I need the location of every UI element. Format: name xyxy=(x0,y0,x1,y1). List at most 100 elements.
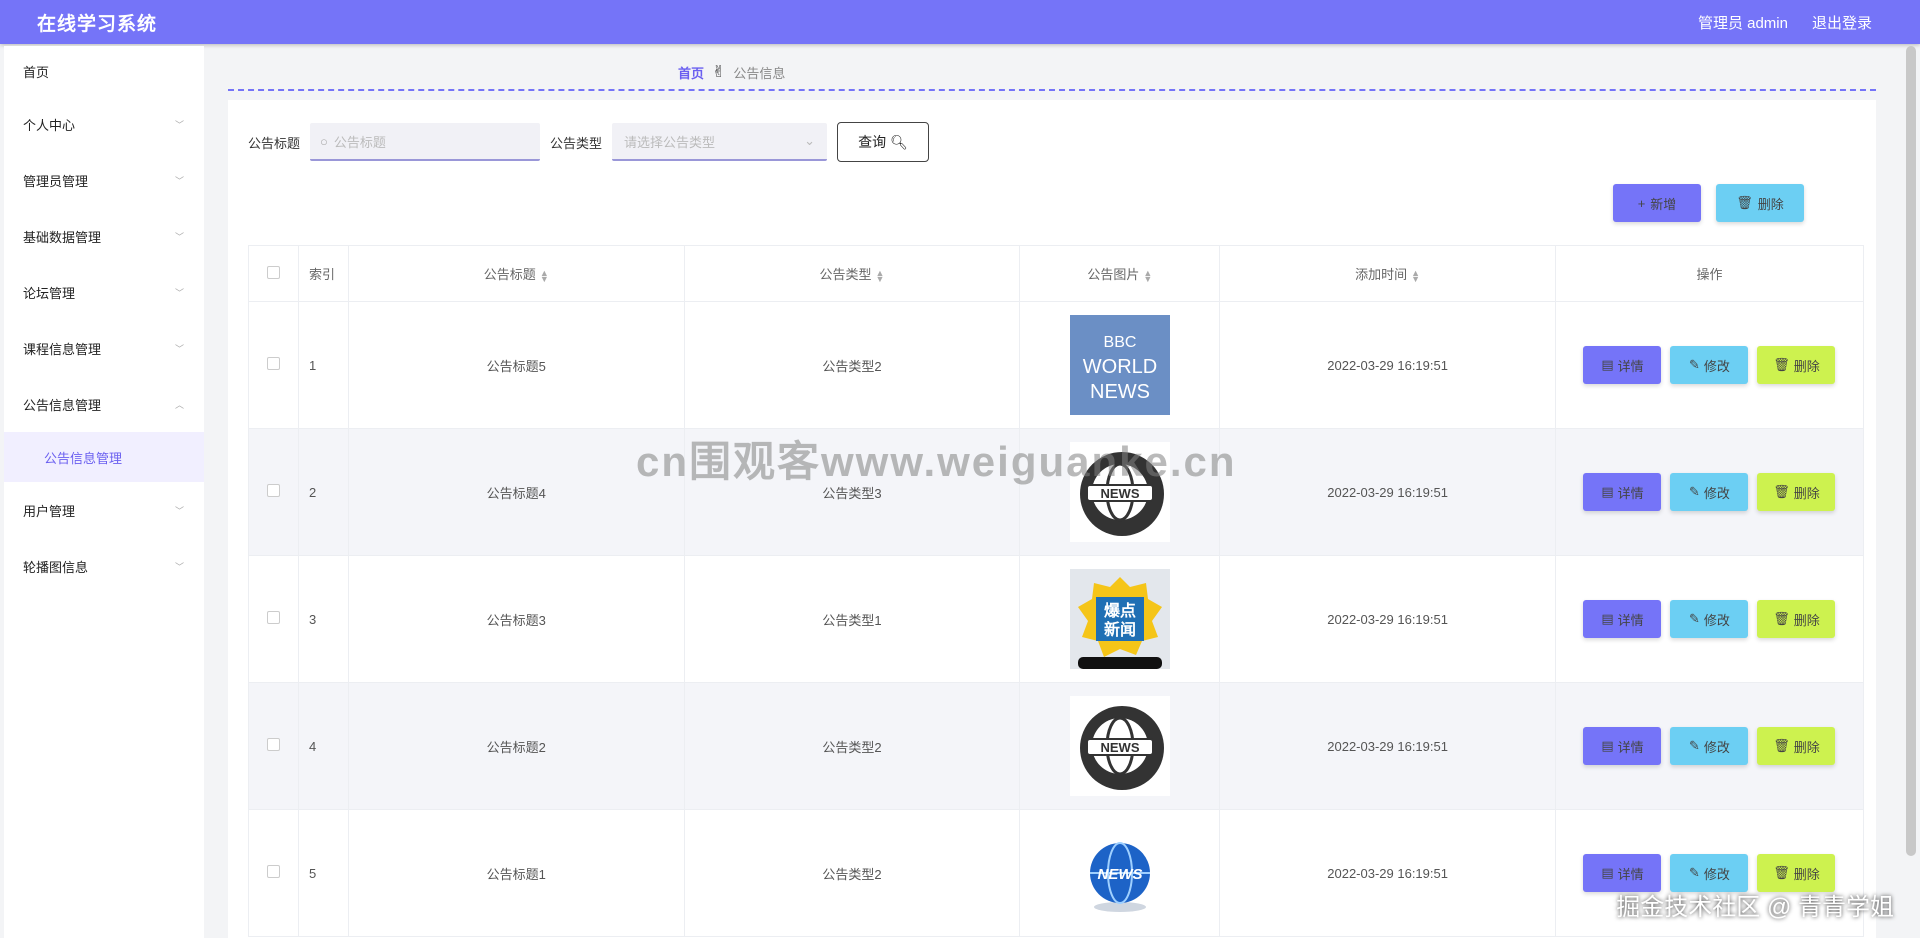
table-row: 4 公告标题2 公告类型2 NEWS 2022-03-29 16:19:51 ▤… xyxy=(248,682,1865,810)
detail-button[interactable]: ▤ 详情 xyxy=(1583,473,1662,511)
edit-button-label: 修改 xyxy=(1703,358,1730,374)
row-time: 2022-03-29 16:19:51 xyxy=(1219,301,1556,429)
row-title: 公告标题3 xyxy=(347,555,685,683)
logout-link[interactable]: 退出登录 xyxy=(1812,12,1872,33)
row-type: 公告类型1 xyxy=(683,555,1021,683)
type-select-placeholder: 请选择公告类型 xyxy=(624,134,716,150)
chevron-down-icon: ﹀ xyxy=(174,343,184,354)
row-time: 2022-03-29 16:19:51 xyxy=(1219,809,1556,937)
search-icon: 🔍︎ xyxy=(890,133,908,150)
sort-icon[interactable]: ▲ ▼ xyxy=(540,268,549,283)
row-image-cell: 爆点 新闻 xyxy=(1019,555,1221,683)
row-checkbox[interactable] xyxy=(266,611,280,624)
divider xyxy=(228,89,1876,91)
col-title[interactable]: 公告标题 ▲ ▼ xyxy=(347,245,685,302)
hand-pointer-icon: ✌ xyxy=(712,64,726,81)
edit-icon: ✎ xyxy=(1689,865,1700,880)
delete-button[interactable]: 🗑︎ 删除 xyxy=(1757,727,1836,765)
title-search-placeholder: 公告标题 xyxy=(333,134,386,150)
breadcrumb-home[interactable]: 首页 xyxy=(678,63,704,82)
trash-icon: 🗑︎ xyxy=(1773,357,1790,372)
delete-button[interactable]: 🗑︎ 删除 xyxy=(1757,854,1836,892)
detail-button[interactable]: ▤ 详情 xyxy=(1583,600,1662,638)
sidebar-item-admin-management[interactable]: 管理员管理 ﹀ xyxy=(4,152,204,208)
sort-icon[interactable]: ▲ ▼ xyxy=(1143,268,1152,283)
sidebar-item-label: 轮播图信息 xyxy=(23,559,89,575)
row-checkbox[interactable] xyxy=(266,484,280,497)
row-actions: ▤ 详情 ✎ 修改 🗑︎ 删除 xyxy=(1554,301,1865,429)
col-time-label: 添加时间 xyxy=(1355,267,1408,282)
news-globe-image[interactable]: NEWS xyxy=(1069,696,1170,796)
edit-icon: ✎ xyxy=(1689,611,1700,626)
sidebar-item-notices[interactable]: 公告信息管理 ︿ xyxy=(4,376,204,432)
row-actions: ▤ 详情 ✎ 修改 🗑︎ 删除 xyxy=(1554,555,1865,683)
edit-button[interactable]: ✎ 修改 xyxy=(1670,727,1749,765)
sort-icon[interactable]: ▲ ▼ xyxy=(1411,268,1420,283)
query-button[interactable]: 查询 🔍︎ xyxy=(837,122,930,162)
delete-button[interactable]: 🗑︎ 删除 xyxy=(1757,600,1836,638)
row-type: 公告类型2 xyxy=(683,301,1021,429)
document-icon: ▤ xyxy=(1601,357,1614,372)
title-search-input[interactable]: ○ 公告标题 xyxy=(310,123,541,161)
baodian-text-2: 新闻 xyxy=(1104,620,1136,639)
row-type: 公告类型2 xyxy=(683,682,1021,810)
sort-icon[interactable]: ▲ ▼ xyxy=(876,268,885,283)
detail-button[interactable]: ▤ 详情 xyxy=(1583,727,1662,765)
delete-button[interactable]: 🗑︎ 删除 xyxy=(1757,473,1836,511)
row-checkbox[interactable] xyxy=(266,865,280,878)
delete-button[interactable]: 🗑︎ 删除 xyxy=(1757,346,1836,384)
edit-icon: ✎ xyxy=(1689,357,1700,372)
edit-button-label: 修改 xyxy=(1703,612,1730,628)
edit-button[interactable]: ✎ 修改 xyxy=(1670,473,1749,511)
select-all-checkbox[interactable] xyxy=(266,265,280,279)
row-time: 2022-03-29 16:19:51 xyxy=(1219,682,1556,810)
news-globe-blue-image[interactable]: NEWS xyxy=(1069,823,1170,923)
query-button-label: 查询 xyxy=(858,134,887,150)
edit-button[interactable]: ✎ 修改 xyxy=(1670,854,1749,892)
batch-delete-button[interactable]: 🗑︎ 删除 xyxy=(1716,184,1804,222)
row-select-cell xyxy=(248,809,299,937)
current-user[interactable]: 管理员 admin xyxy=(1698,12,1788,33)
bbc-world-news-image[interactable]: BBC WORLD NEWS xyxy=(1069,315,1170,415)
detail-button[interactable]: ▤ 详情 xyxy=(1583,854,1662,892)
detail-button[interactable]: ▤ 详情 xyxy=(1583,346,1662,384)
sidebar-item-label: 个人中心 xyxy=(23,117,76,133)
sidebar-item-personal-center[interactable]: 个人中心 ﹀ xyxy=(4,96,204,152)
row-checkbox[interactable] xyxy=(266,738,280,751)
edit-button[interactable]: ✎ 修改 xyxy=(1670,346,1749,384)
type-select[interactable]: 请选择公告类型 ⌄ xyxy=(612,123,828,161)
chevron-down-icon: ﹀ xyxy=(174,119,184,130)
top-navbar: 在线学习系统 管理员 admin 退出登录 xyxy=(0,0,1920,44)
trash-icon: 🗑︎ xyxy=(1773,865,1790,880)
chevron-down-icon: ﹀ xyxy=(174,561,184,572)
news-globe-image[interactable]: NEWS xyxy=(1069,442,1170,542)
table-row: 1 公告标题5 公告类型2 BBC WORLD NEWS 2022-03-29 … xyxy=(248,301,1865,429)
add-button[interactable]: + 新增 xyxy=(1613,184,1701,222)
table-header-row: 索引 公告标题 ▲ ▼ 公告类型 ▲ ▼ 公告图片 ▲ ▼ 添加时间 ▲ ▼ 操作 xyxy=(248,245,1865,302)
vertical-scrollbar[interactable] xyxy=(1906,46,1916,856)
col-time[interactable]: 添加时间 ▲ ▼ xyxy=(1219,245,1556,302)
col-image[interactable]: 公告图片 ▲ ▼ xyxy=(1019,245,1221,302)
row-image-cell: BBC WORLD NEWS xyxy=(1019,301,1221,429)
col-type[interactable]: 公告类型 ▲ ▼ xyxy=(683,245,1021,302)
row-index: 1 xyxy=(297,301,349,429)
notice-table: 索引 公告标题 ▲ ▼ 公告类型 ▲ ▼ 公告图片 ▲ ▼ 添加时间 ▲ ▼ 操作 1 公告标题… xyxy=(248,245,1865,937)
app-title: 在线学习系统 xyxy=(37,13,158,35)
sidebar-item-basic-data[interactable]: 基础数据管理 ﹀ xyxy=(4,208,204,264)
sidebar-subitem-notice-management[interactable]: 公告信息管理 xyxy=(4,432,204,482)
baodian-text-1: 爆点 xyxy=(1104,601,1136,620)
sidebar-item-courses[interactable]: 课程信息管理 ﹀ xyxy=(4,320,204,376)
sidebar-item-home[interactable]: 首页 xyxy=(4,46,204,96)
edit-button[interactable]: ✎ 修改 xyxy=(1670,600,1749,638)
sidebar-item-users[interactable]: 用户管理 ﹀ xyxy=(4,482,204,538)
news-text: NEWS xyxy=(1097,866,1142,883)
news-text: NEWS xyxy=(1100,486,1139,501)
baodian-news-image[interactable]: 爆点 新闻 xyxy=(1069,569,1170,669)
search-icon: ○ xyxy=(320,133,328,149)
sidebar-item-carousel[interactable]: 轮播图信息 ﹀ xyxy=(4,538,204,594)
row-type: 公告类型2 xyxy=(683,809,1021,937)
row-index: 4 xyxy=(297,682,349,810)
row-checkbox[interactable] xyxy=(266,357,280,370)
sidebar-item-forum[interactable]: 论坛管理 ﹀ xyxy=(4,264,204,320)
row-actions: ▤ 详情 ✎ 修改 🗑︎ 删除 xyxy=(1554,682,1865,810)
